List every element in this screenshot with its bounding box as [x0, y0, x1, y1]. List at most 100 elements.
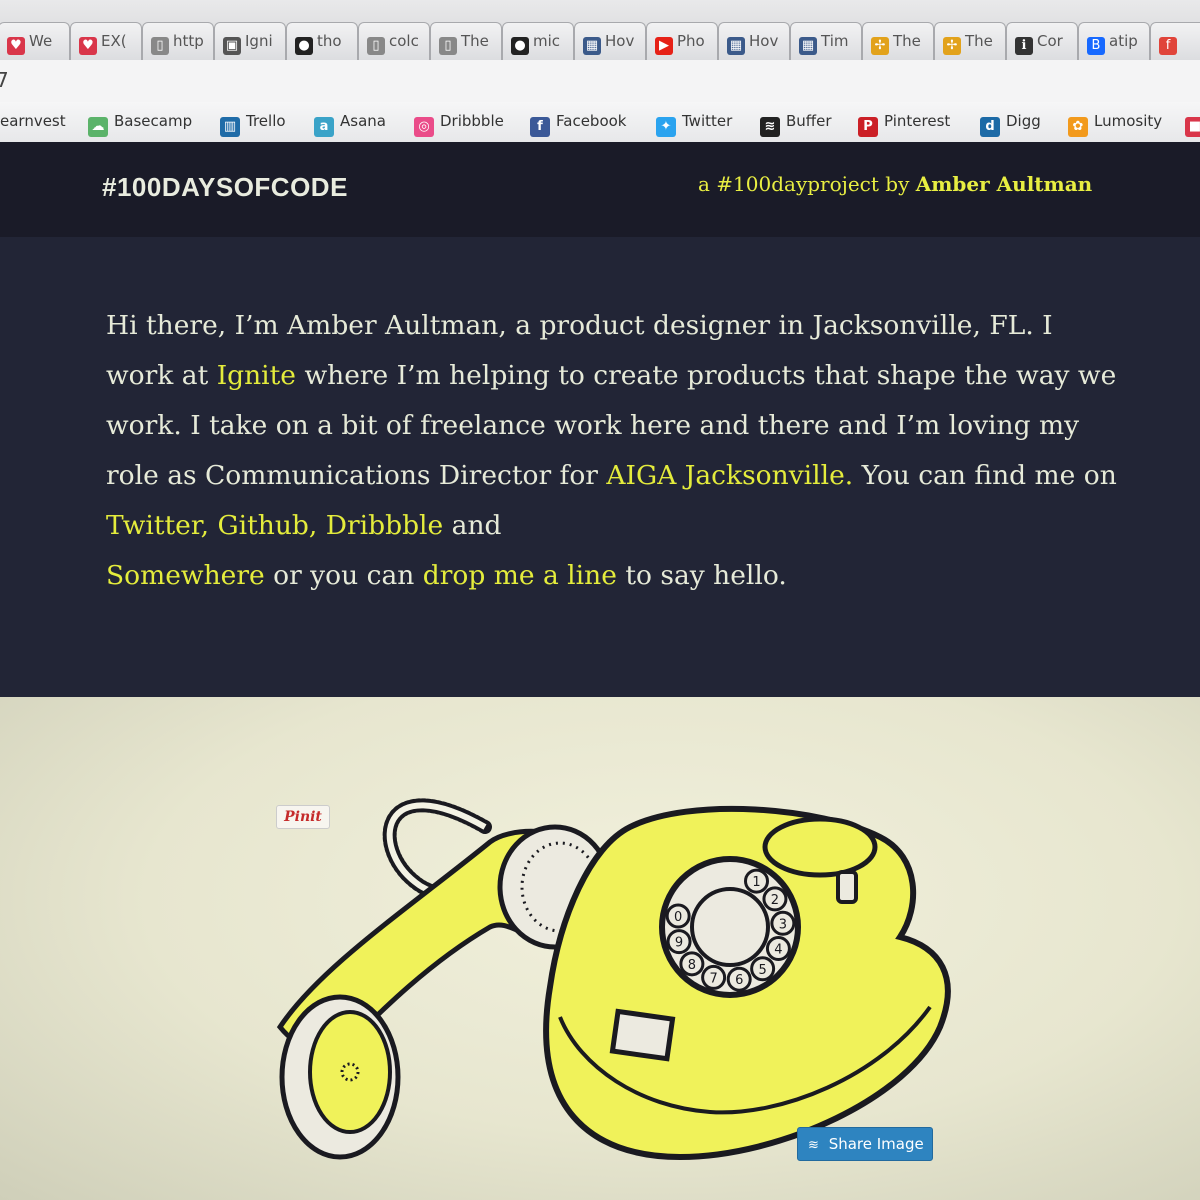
- dial-digit: 9: [675, 936, 683, 951]
- browser-tab-label: colc: [389, 32, 419, 50]
- bookmark-item[interactable]: P Pinterest: [858, 112, 950, 137]
- dial-digit: 1: [752, 875, 760, 890]
- browser-tab[interactable]: ▦ Hov: [574, 22, 646, 60]
- browser-tab[interactable]: ▦ Tim: [790, 22, 862, 60]
- site-title[interactable]: #100DAYSOFCODE: [102, 172, 348, 203]
- browser-tab-label: We: [29, 32, 53, 50]
- browser-tab-label: Hov: [749, 32, 779, 50]
- browser-tab-label: Pho: [677, 32, 705, 50]
- address-bar[interactable]: 7: [0, 60, 1200, 103]
- github-icon: ●: [511, 37, 529, 55]
- site-byline: a #100dayproject by Amber Aultman: [698, 172, 1092, 196]
- digg-icon: d: [980, 117, 1000, 137]
- bookmark-label: Dribbble: [440, 112, 504, 130]
- bookmarks-bar: earnvest ☁ Basecamp ▥ Trello a Asana ◎ Dribbble f…: [0, 102, 1200, 143]
- browser-tab-label: Igni: [245, 32, 273, 50]
- grid-icon: ▦: [727, 37, 745, 55]
- browser-tab[interactable]: ✢ The: [862, 22, 934, 60]
- browser-tab[interactable]: ▶ Pho: [646, 22, 718, 60]
- browser-tab[interactable]: ♥ We: [0, 22, 70, 60]
- page-icon: ▯: [367, 37, 385, 55]
- page-icon: ▯: [151, 37, 169, 55]
- bookmark-label: Twitter: [682, 112, 733, 130]
- browser-tab[interactable]: ● tho: [286, 22, 358, 60]
- browser-tab-label: The: [893, 32, 921, 50]
- bookmark-item[interactable]: ▥ Trello: [220, 112, 286, 137]
- bookmark-item[interactable]: ☁ Basecamp: [88, 112, 192, 137]
- grid-icon: ▦: [583, 37, 601, 55]
- browser-tab-label: EX(: [101, 32, 127, 50]
- byline-prefix: a #100dayproject by: [698, 172, 910, 196]
- dial-digit: 7: [709, 971, 717, 986]
- browser-tab[interactable]: ▯ colc: [358, 22, 430, 60]
- browser-tab[interactable]: ▣ Igni: [214, 22, 286, 60]
- intro-text-4: and: [451, 510, 502, 541]
- browser-tab-bar: ♥ We ♥ EX(▯ http ▣ Igni ● tho ▯ colc ▯ The ● mic ▦ Hov ▶ P…: [0, 0, 1200, 61]
- page-icon: ▯: [439, 37, 457, 55]
- bookmark-label: Facebook: [556, 112, 627, 130]
- dial-digit: 6: [735, 973, 743, 988]
- bookmark-item[interactable]: earnvest: [0, 112, 66, 130]
- browser-tab[interactable]: ℹ Cor: [1006, 22, 1078, 60]
- info-icon: ℹ: [1015, 37, 1033, 55]
- browser-tab[interactable]: f: [1150, 22, 1200, 60]
- browser-tab[interactable]: ▦ Hov: [718, 22, 790, 60]
- pinterest-icon: P: [858, 117, 878, 137]
- layers-icon: ≋: [808, 1138, 819, 1153]
- bookmark-label: Buffer: [786, 112, 832, 130]
- intro-text-5: or you can: [273, 560, 415, 591]
- bookmark-item[interactable]: ✦ Twitter: [656, 112, 732, 137]
- image-icon: ▣: [223, 37, 241, 55]
- trello-icon: ▥: [220, 117, 240, 137]
- pinwheel-icon: ✢: [871, 37, 889, 55]
- bookmark-item[interactable]: d Digg: [980, 112, 1041, 137]
- lumosity-icon: ✿: [1068, 117, 1088, 137]
- github-link[interactable]: Github,: [218, 510, 318, 541]
- browser-tab-label: mic: [533, 32, 561, 50]
- aiga-jacksonville-link[interactable]: AIGA Jacksonville.: [606, 460, 853, 491]
- somewhere-link[interactable]: Somewhere: [106, 560, 265, 591]
- pinwheel-icon: ✢: [943, 37, 961, 55]
- dial-digit: 0: [674, 910, 682, 925]
- bookmark-label: Digg: [1006, 112, 1041, 130]
- dribbble-link[interactable]: Dribbble: [326, 510, 443, 541]
- share-image-button[interactable]: ≋ Share Image: [797, 1127, 933, 1161]
- dribbble-icon: ◎: [414, 117, 434, 137]
- youtube-icon: ▶: [655, 37, 673, 55]
- twitter-link[interactable]: Twitter,: [106, 510, 209, 541]
- intro-text-3: You can find me on: [861, 460, 1117, 491]
- browser-tab-label: Tim: [821, 32, 849, 50]
- byline-author-link[interactable]: Amber Aultman: [916, 172, 1092, 196]
- pin-it-button[interactable]: Pinit: [276, 805, 330, 829]
- grid-icon: ▦: [799, 37, 817, 55]
- facebook-icon: f: [530, 117, 550, 137]
- browser-tab[interactable]: ▯ The: [430, 22, 502, 60]
- bookmark-label: Trello: [246, 112, 286, 130]
- behance-icon: B: [1087, 37, 1105, 55]
- heart-icon: ♥: [7, 37, 25, 55]
- bookmark-item[interactable]: ■: [1185, 112, 1200, 137]
- intro-section: Hi there, I’m Amber Aultman, a product d…: [0, 237, 1200, 697]
- dial-digit: 8: [688, 958, 696, 973]
- bookmark-item[interactable]: a Asana: [314, 112, 386, 137]
- github-icon: ●: [295, 37, 313, 55]
- browser-tab-label: The: [965, 32, 993, 50]
- intro-paragraph: Hi there, I’m Amber Aultman, a product d…: [106, 301, 1126, 601]
- browser-tab[interactable]: ✢ The: [934, 22, 1006, 60]
- bookmark-label: Asana: [340, 112, 386, 130]
- bookmark-item[interactable]: ✿ Lumosity: [1068, 112, 1162, 137]
- facebook-icon: f: [1159, 37, 1177, 55]
- bookmark-item[interactable]: f Facebook: [530, 112, 626, 137]
- browser-tab[interactable]: ▯ http: [142, 22, 214, 60]
- ignite-link[interactable]: Ignite: [217, 360, 296, 391]
- bookmark-label: Basecamp: [114, 112, 193, 130]
- contact-link[interactable]: drop me a line: [423, 560, 617, 591]
- browser-tab-label: atip: [1109, 32, 1138, 50]
- bookmark-item[interactable]: ≋ Buffer: [760, 112, 832, 137]
- browser-tab[interactable]: ● mic: [502, 22, 574, 60]
- browser-tab[interactable]: ♥ EX(: [70, 22, 142, 60]
- browser-tab[interactable]: Batip: [1078, 22, 1150, 60]
- heart-icon: ♥: [79, 37, 97, 55]
- intro-text-6: to say hello.: [625, 560, 787, 591]
- bookmark-item[interactable]: ◎ Dribbble: [414, 112, 504, 137]
